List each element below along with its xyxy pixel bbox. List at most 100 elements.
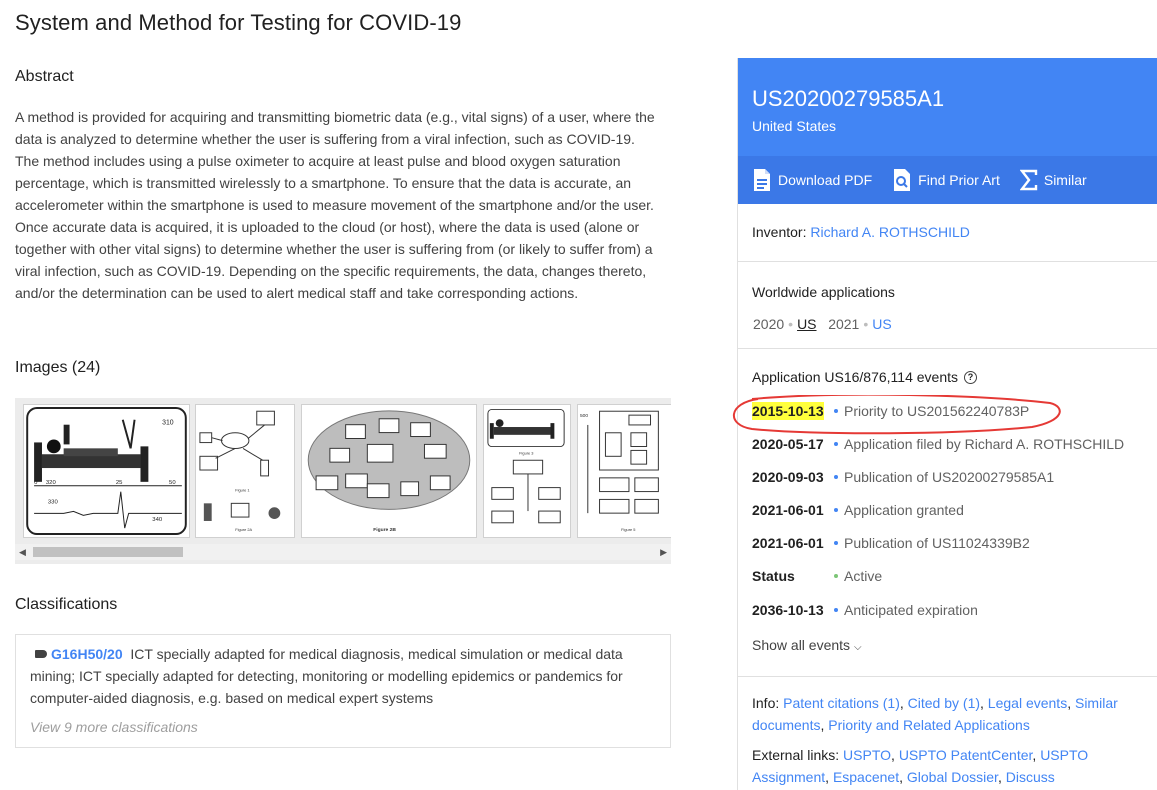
worldwide-country-link[interactable]: US (797, 316, 816, 332)
publication-header: US20200279585A1 United States (738, 58, 1157, 156)
event-date: 2021-06-01 (752, 535, 824, 551)
divider (738, 348, 1157, 349)
external-link[interactable]: Discuss (1006, 769, 1055, 785)
prior-art-search-icon (894, 169, 911, 191)
svg-text:330: 330 (48, 500, 59, 506)
image-carousel[interactable]: 310 320 330 340 0 25 50 Figure 1 Figure … (15, 398, 671, 564)
scroll-right-arrow-icon[interactable]: ▶ (660, 547, 667, 557)
event-date: 2015-10-13 (752, 402, 834, 420)
info-links: Info: Patent citations (1), Cited by (1)… (752, 695, 1118, 733)
info-link[interactable]: Legal events (988, 695, 1067, 711)
similar-label: Similar (1043, 172, 1087, 188)
event-date: 2036-10-13 (752, 602, 824, 618)
svg-text:Figure 2B: Figure 2B (373, 527, 396, 533)
events-heading-label: Application US16/876,114 events (752, 369, 958, 385)
highlighted-date: 2015-10-13 (752, 402, 824, 420)
show-all-events-link[interactable]: Show all events ⌵ (752, 637, 862, 653)
patent-figure-flowchart-icon: 500 Figure 5 (580, 410, 659, 532)
event-bullet-icon (834, 508, 838, 512)
image-thumbnail[interactable]: Figure 1 Figure 2A (195, 404, 295, 538)
divider (738, 676, 1157, 677)
event-bullet-icon (834, 475, 838, 479)
worldwide-year: 2021 (828, 316, 860, 332)
similar-button[interactable]: Similar (1019, 169, 1087, 191)
event-date: 2020-05-17 (752, 436, 824, 452)
event-description: Application filed by Richard A. ROTHSCHI… (844, 436, 1125, 452)
event-description: Application granted (844, 502, 964, 518)
event-date: Status (752, 568, 795, 584)
event-row: 2021-06-01 Application granted (752, 502, 964, 518)
publication-side-panel: US20200279585A1 United States Download P… (732, 58, 1157, 790)
pdf-icon (754, 169, 770, 191)
find-prior-art-button[interactable]: Find Prior Art (892, 168, 1000, 192)
patent-figure-bed-monitor-small-icon: Figure 3 (487, 408, 565, 524)
external-link[interactable]: USPTO PatentCenter (899, 747, 1033, 763)
scroll-left-arrow-icon[interactable]: ◀ (19, 547, 26, 557)
external-link[interactable]: Global Dossier (907, 769, 998, 785)
worldwide-applications-list: 2020 • US 2021 • US (753, 316, 892, 332)
find-prior-art-label: Find Prior Art (918, 172, 1000, 188)
chevron-down-icon: ⌵ (853, 642, 862, 653)
svg-text:Figure 3: Figure 3 (519, 450, 533, 455)
inventor-label: Inventor: (752, 224, 807, 240)
event-row: 2020-05-17 Application filed by Richard … (752, 436, 1124, 452)
image-thumbnail[interactable]: Figure 2B (301, 404, 477, 538)
event-row: 2015-10-13 Priority to US201562240783P (752, 402, 1029, 420)
worldwide-year: 2020 (753, 316, 785, 332)
event-bullet-icon (834, 541, 838, 545)
event-bullet-icon (834, 442, 838, 446)
classification-entry: G16H50/20 ICT specially adapted for medi… (30, 643, 656, 709)
image-thumbnail[interactable]: Figure 3 (483, 404, 571, 538)
download-pdf-button[interactable]: Download PDF (752, 168, 872, 192)
event-description: Publication of US20200279585A1 (844, 469, 1055, 485)
publication-country: United States (752, 118, 837, 134)
help-icon[interactable]: ? (964, 370, 977, 384)
view-more-classifications-link[interactable]: View 9 more classifications (30, 716, 656, 738)
external-links-label: External links: (752, 747, 840, 763)
horizontal-scrollbar[interactable]: ◀ ▶ (15, 544, 671, 560)
divider (738, 261, 1157, 262)
page-title: System and Method for Testing for COVID-… (15, 10, 462, 35)
svg-text:25: 25 (116, 480, 123, 486)
scrollbar-thumb[interactable] (33, 547, 183, 557)
download-pdf-label: Download PDF (778, 172, 873, 188)
patent-figure-network-icon: Figure 1 Figure 2A (199, 410, 281, 532)
tag-icon (35, 650, 47, 658)
images-heading: Images (24) (15, 359, 101, 376)
external-link[interactable]: Espacenet (833, 769, 899, 785)
status-bullet-icon (834, 574, 838, 578)
svg-text:Figure 1: Figure 1 (235, 488, 249, 493)
svg-text:Figure 2A: Figure 2A (235, 527, 252, 532)
event-bullet-icon (834, 409, 838, 413)
event-description: Publication of US11024339B2 (844, 535, 1030, 551)
classification-code-link[interactable]: G16H50/20 (51, 646, 123, 662)
external-links: External links: USPTO, USPTO PatentCente… (752, 747, 1089, 785)
events-heading: Application US16/876,114 events ? (752, 369, 977, 385)
event-bullet-icon (834, 608, 838, 612)
image-thumbnail[interactable]: 310 320 330 340 0 25 50 (23, 404, 190, 538)
info-link[interactable]: Patent citations (1) (783, 695, 900, 711)
svg-text:310: 310 (162, 420, 174, 427)
event-description: Anticipated expiration (844, 602, 978, 618)
worldwide-applications-heading: Worldwide applications (752, 284, 895, 300)
publication-number: US20200279585A1 (752, 86, 945, 111)
sigma-icon (1019, 169, 1038, 191)
info-link[interactable]: Cited by (1) (908, 695, 980, 711)
svg-text:320: 320 (46, 480, 57, 486)
action-bar: Download PDF Find Prior Art Similar (738, 156, 1157, 204)
event-row: 2021-06-01 Publication of US11024339B2 (752, 535, 1030, 551)
status-value: Active (844, 568, 883, 584)
event-row: Status Active (752, 568, 882, 584)
external-link[interactable]: USPTO (843, 747, 891, 763)
inventor-row: Inventor: Richard A. ROTHSCHILD (752, 224, 970, 240)
info-link[interactable]: Priority and Related Applications (828, 717, 1030, 733)
classification-box: G16H50/20 ICT specially adapted for medi… (15, 634, 671, 748)
inventor-name-link[interactable]: Richard A. ROTHSCHILD (810, 224, 969, 240)
event-date: 2021-06-01 (752, 502, 824, 518)
image-thumbnail[interactable]: 500 Figure 5 (577, 404, 671, 538)
patent-figure-bed-monitor-icon: 310 320 330 340 0 25 50 (26, 406, 187, 536)
svg-text:Figure 5: Figure 5 (621, 527, 636, 532)
abstract-heading: Abstract (15, 68, 74, 85)
worldwide-country-link[interactable]: US (872, 316, 891, 332)
patent-figure-block-diagram-icon: Figure 2B (307, 410, 471, 533)
